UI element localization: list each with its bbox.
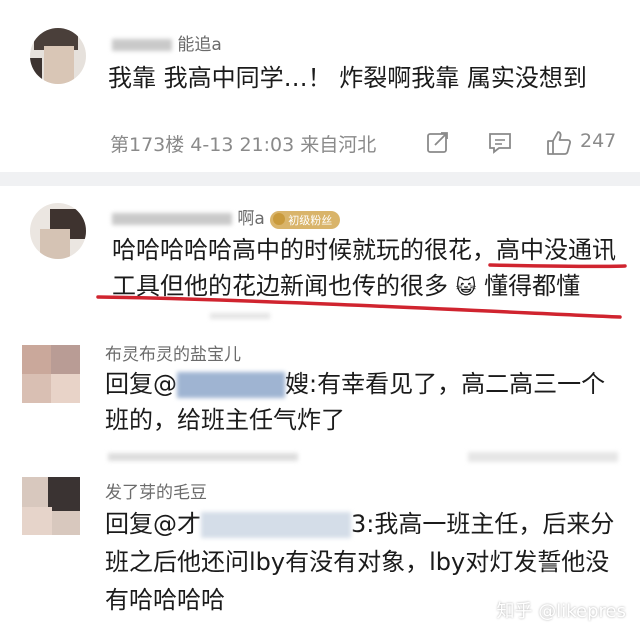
username[interactable]: 布灵布灵的盐宝儿: [105, 340, 241, 365]
avatar[interactable]: [22, 345, 80, 403]
obscured-meta: [108, 453, 298, 461]
avatar[interactable]: [22, 477, 80, 535]
share-icon[interactable]: [425, 129, 451, 155]
redacted-username: [177, 372, 285, 398]
username[interactable]: 啊a 初级粉丝: [112, 204, 341, 229]
username[interactable]: 能追a: [112, 30, 222, 55]
username[interactable]: 发了芽的毛豆: [105, 478, 207, 503]
comment-meta: 第173楼 4-13 21:03 来自河北: [110, 134, 377, 156]
reply-text-line-1: 回复@ 嫂:有幸看见了，高二高三一个: [105, 370, 606, 398]
avatar[interactable]: [30, 203, 86, 259]
reply-text-line-2: 班的，给班主任气炸了: [105, 406, 345, 434]
reply-text-line-1: 回复@才 3:我高一班主任，后来分: [105, 510, 615, 538]
comment-icon[interactable]: [487, 130, 513, 156]
watermark: 知乎 @likepres: [496, 601, 626, 622]
obscured-icons: [468, 452, 618, 462]
reply-text-line-2: 班之后他还问lby有没有对象，lby对灯发誓他没: [105, 548, 610, 576]
like-icon[interactable]: [545, 129, 573, 157]
red-underline: [90, 254, 630, 324]
like-count: 247: [580, 130, 617, 152]
reply-text-line-3: 有哈哈哈哈: [105, 586, 225, 614]
comment-text: 我靠 我高中同学…！ 炸裂啊我靠 属实没想到: [108, 64, 587, 92]
separator: [0, 172, 640, 186]
fan-badge: 初级粉丝: [270, 211, 341, 229]
avatar[interactable]: [30, 28, 86, 84]
obscured-meta: [210, 313, 270, 319]
redacted-username: [201, 512, 351, 538]
